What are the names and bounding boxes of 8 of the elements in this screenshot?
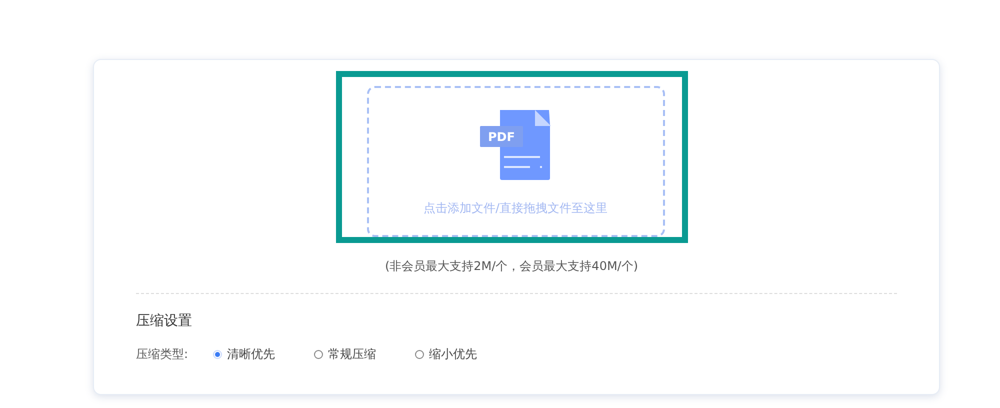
radio-option[interactable]: 缩小优先 — [415, 345, 516, 363]
radio-icon[interactable] — [415, 350, 424, 358]
size-limit-note: (非会员最大支持2M/个，会员最大支持40M/个) — [384, 258, 638, 275]
section-title: 压缩设置 — [136, 312, 193, 331]
radio-icon[interactable] — [314, 350, 323, 358]
field-label: 压缩类型: — [136, 346, 190, 363]
radio-option[interactable]: 清晰优先 — [213, 345, 314, 363]
radio-option[interactable]: 常规压缩 — [314, 345, 415, 363]
